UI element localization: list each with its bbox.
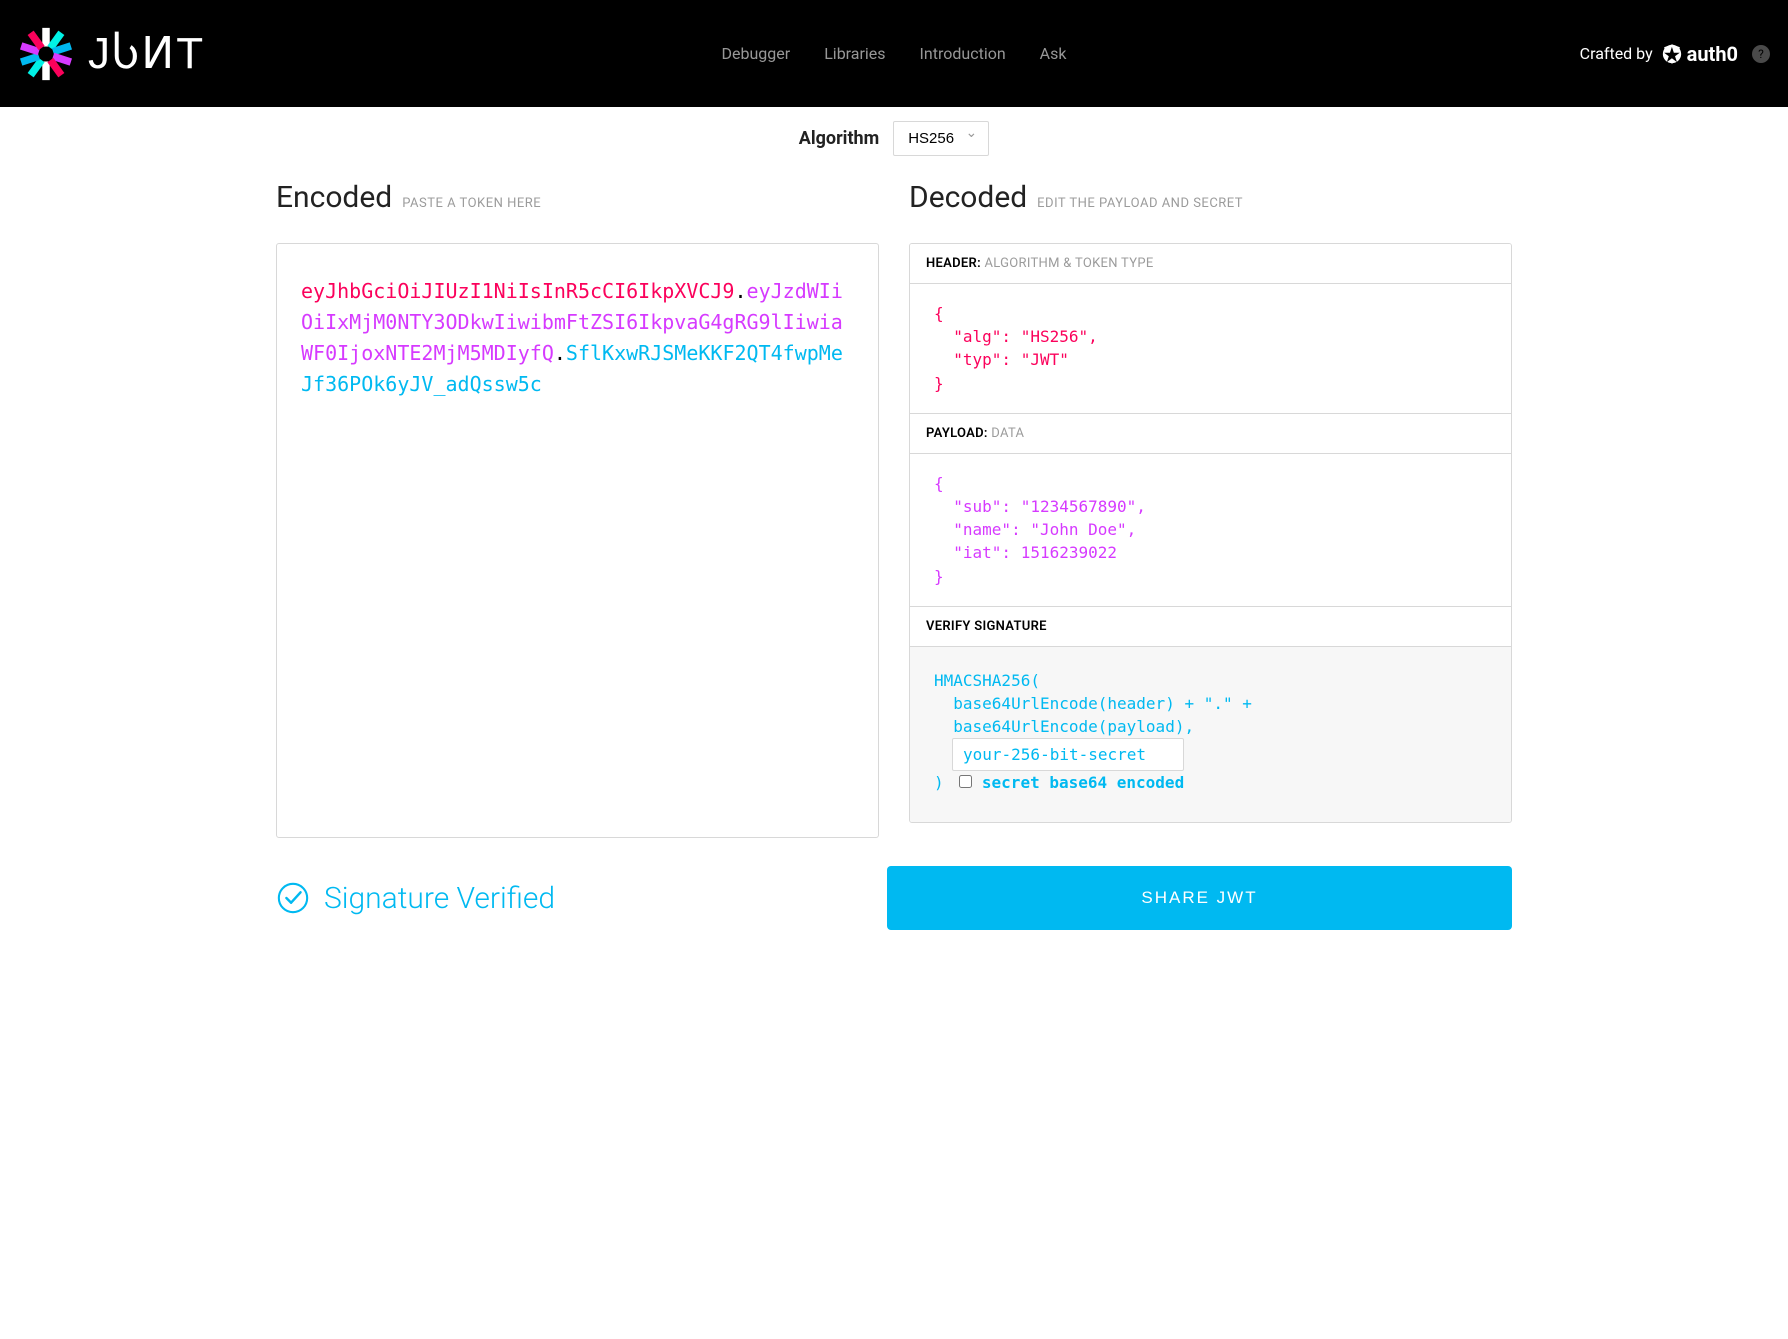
token-header-segment: eyJhbGciOiJIUzI1NiIsInR5cCI6IkpXVCJ9 xyxy=(301,279,734,303)
signature-section-title: VERIFY SIGNATURE xyxy=(910,607,1511,647)
payload-editor[interactable]: { "sub": "1234567890", "name": "John Doe… xyxy=(910,454,1511,606)
decoded-subtitle: EDIT THE PAYLOAD AND SECRET xyxy=(1037,196,1243,211)
crafted-label: Crafted by xyxy=(1580,44,1653,63)
payload-section-title: PAYLOAD: DATA xyxy=(910,414,1511,454)
nav-libraries[interactable]: Libraries xyxy=(824,44,885,63)
payload-section: PAYLOAD: DATA { "sub": "1234567890", "na… xyxy=(910,414,1511,607)
nav-debugger[interactable]: Debugger xyxy=(722,44,791,63)
algorithm-label: Algorithm xyxy=(799,128,879,149)
encoded-subtitle: PASTE A TOKEN HERE xyxy=(402,196,541,211)
header-section: HEADER: ALGORITHM & TOKEN TYPE { "alg": … xyxy=(910,244,1511,414)
secret-input[interactable] xyxy=(952,738,1184,771)
token-dot: . xyxy=(734,279,746,303)
nav-introduction[interactable]: Introduction xyxy=(920,44,1006,63)
encoded-pane: Encoded PASTE A TOKEN HERE eyJhbGciOiJIU… xyxy=(276,180,879,838)
auth0-logo[interactable]: auth0 xyxy=(1661,42,1738,66)
signature-section: VERIFY SIGNATURE HMACSHA256( base64UrlEn… xyxy=(910,607,1511,823)
auth0-shield-icon xyxy=(1661,43,1683,65)
verified-label: Signature Verified xyxy=(324,881,555,916)
token-dot: . xyxy=(554,341,566,365)
algorithm-bar: Algorithm HS256 xyxy=(0,107,1788,180)
secret-base64-checkbox[interactable] xyxy=(959,775,972,788)
auth0-text: auth0 xyxy=(1687,42,1738,66)
encoded-title: Encoded xyxy=(276,180,392,215)
signature-verified-status: Signature Verified xyxy=(276,881,857,916)
jwt-logo-text: JႱͶT xyxy=(88,28,205,79)
help-icon[interactable]: ? xyxy=(1752,45,1770,63)
nav-ask[interactable]: Ask xyxy=(1040,44,1067,63)
logo[interactable]: JႱͶT xyxy=(18,26,205,82)
algorithm-select[interactable]: HS256 xyxy=(893,121,989,156)
header-section-title: HEADER: ALGORITHM & TOKEN TYPE xyxy=(910,244,1511,284)
jwt-logo-icon xyxy=(18,26,74,82)
encoded-token-input[interactable]: eyJhbGciOiJIUzI1NiIsInR5cCI6IkpXVCJ9.eyJ… xyxy=(276,243,879,838)
secret-base64-label: secret base64 encoded xyxy=(982,773,1184,792)
top-nav: JႱͶT Debugger Libraries Introduction Ask… xyxy=(0,0,1788,107)
crafted-by: Crafted by auth0 ? xyxy=(1580,42,1770,66)
main-nav: Debugger Libraries Introduction Ask xyxy=(722,44,1067,63)
decoded-title: Decoded xyxy=(909,180,1027,215)
check-circle-icon xyxy=(276,881,310,915)
signature-body: HMACSHA256( base64UrlEncode(header) + ".… xyxy=(910,647,1511,823)
decoded-pane: Decoded EDIT THE PAYLOAD AND SECRET HEAD… xyxy=(909,180,1512,838)
share-jwt-button[interactable]: SHARE JWT xyxy=(887,866,1512,930)
header-editor[interactable]: { "alg": "HS256", "typ": "JWT" } xyxy=(910,284,1511,413)
